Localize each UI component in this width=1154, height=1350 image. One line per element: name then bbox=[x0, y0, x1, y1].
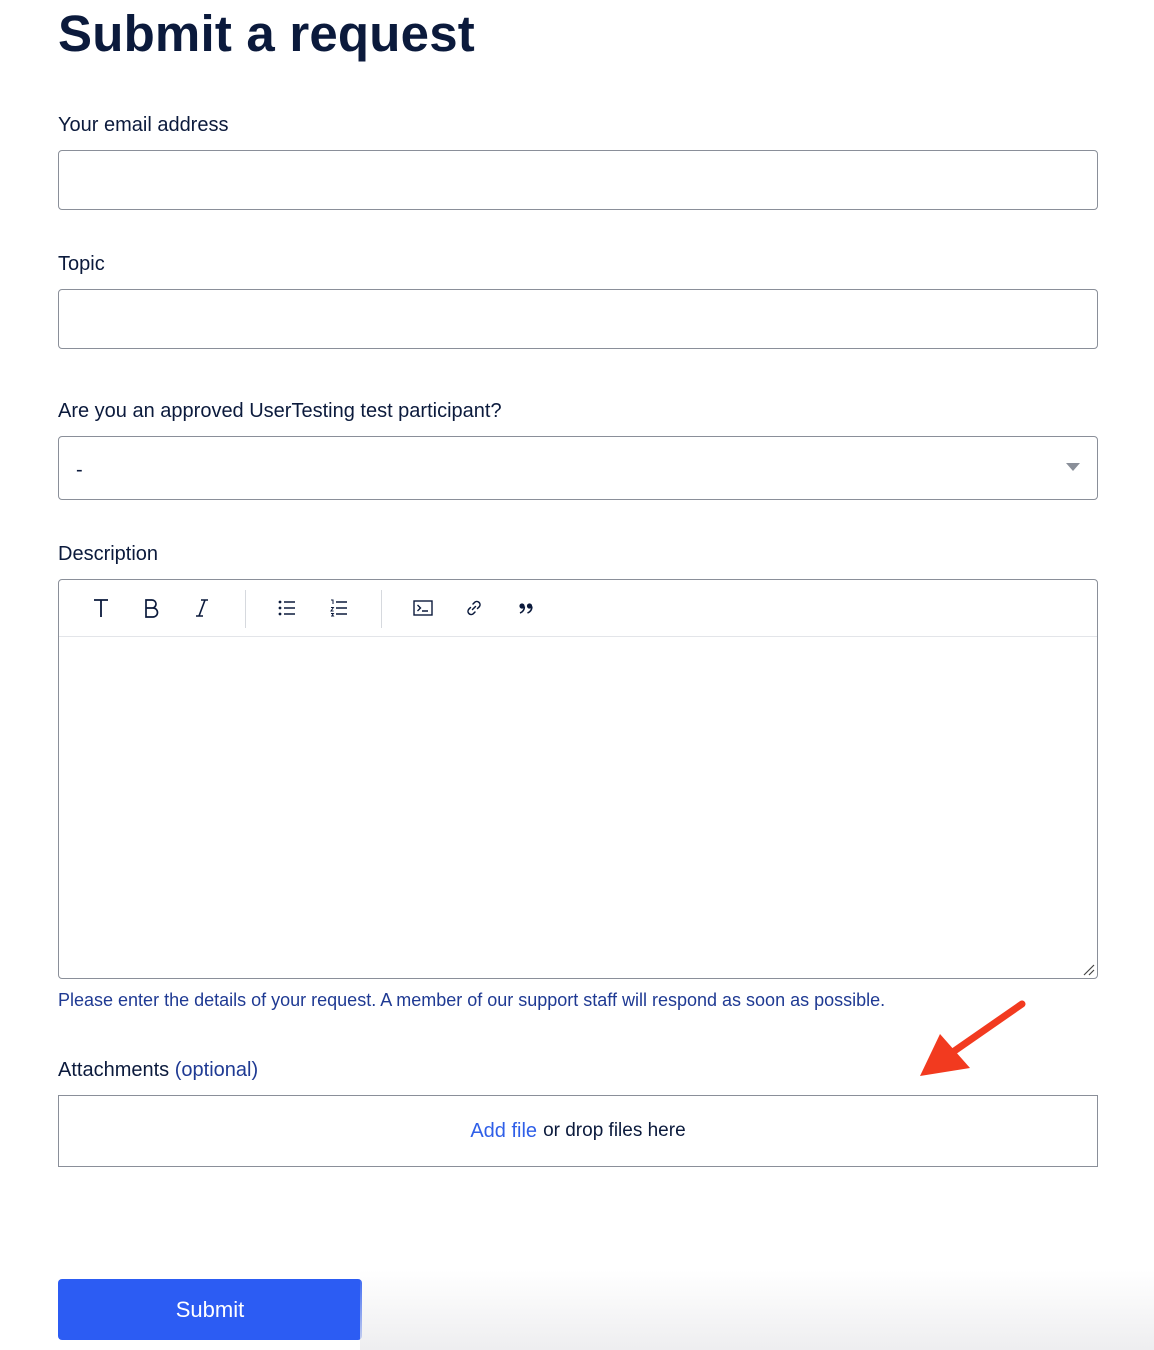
numbered-list-icon[interactable] bbox=[325, 594, 353, 622]
text-icon[interactable] bbox=[87, 594, 115, 622]
topic-field[interactable] bbox=[58, 289, 1098, 349]
attachments-label: Attachments (optional) bbox=[58, 1059, 258, 1082]
participant-select[interactable]: - bbox=[58, 436, 1098, 500]
italic-icon[interactable] bbox=[188, 594, 216, 622]
submit-request-page: Submit a request Your email address Topi… bbox=[0, 0, 1154, 1350]
drop-files-text: or drop files here bbox=[543, 1120, 686, 1141]
participant-label: Are you an approved UserTesting test par… bbox=[58, 400, 502, 422]
toolbar-divider bbox=[381, 590, 382, 628]
bullet-list-icon[interactable] bbox=[273, 594, 301, 622]
editor-toolbar bbox=[59, 580, 1097, 637]
quote-icon[interactable] bbox=[512, 594, 540, 622]
email-label: Your email address bbox=[58, 114, 229, 136]
bottom-shade bbox=[360, 1270, 1154, 1350]
description-textarea[interactable] bbox=[59, 637, 1097, 978]
attachments-label-text: Attachments bbox=[58, 1059, 170, 1081]
submit-button[interactable]: Submit bbox=[58, 1279, 362, 1340]
description-hint: Please enter the details of your request… bbox=[58, 990, 886, 1010]
add-file-link[interactable]: Add file bbox=[470, 1120, 537, 1143]
page-title: Submit a request bbox=[58, 5, 475, 62]
code-block-icon[interactable] bbox=[409, 594, 437, 622]
bold-icon[interactable] bbox=[137, 594, 165, 622]
annotation-arrow-icon bbox=[920, 1000, 1026, 1076]
optional-tag: (optional) bbox=[174, 1059, 259, 1081]
description-label: Description bbox=[58, 543, 159, 565]
email-field[interactable] bbox=[58, 150, 1098, 210]
resize-handle-icon[interactable] bbox=[1081, 962, 1095, 976]
chevron-down-icon bbox=[1066, 463, 1080, 471]
link-icon[interactable] bbox=[460, 594, 488, 622]
description-editor bbox=[58, 579, 1098, 979]
attachments-dropzone[interactable]: Add file or drop files here bbox=[58, 1095, 1098, 1167]
toolbar-divider bbox=[245, 590, 246, 628]
participant-select-value: - bbox=[76, 459, 83, 481]
topic-label: Topic bbox=[58, 253, 105, 275]
